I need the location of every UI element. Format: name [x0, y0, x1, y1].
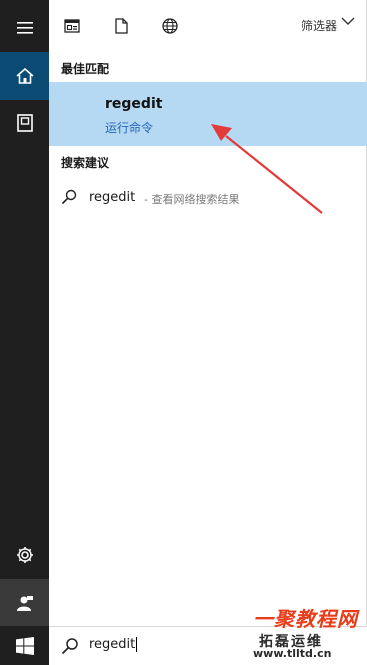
start-button[interactable] — [0, 626, 49, 665]
globe-icon — [162, 18, 178, 34]
settings-icon — [16, 547, 33, 563]
user-feedback-icon — [16, 595, 33, 611]
search-input[interactable]: regedit — [89, 637, 138, 652]
files-filter-button[interactable] — [108, 14, 134, 38]
best-match-result[interactable]: regedit 运行命令 — [49, 82, 367, 146]
notebook-button[interactable] — [0, 100, 49, 146]
suggestion-description: - 查看网络搜索结果 — [144, 193, 240, 206]
search-suggestion-item[interactable]: regedit - 查看网络搜索结果 — [49, 183, 367, 213]
results-toolbar: 筛选器 — [49, 0, 367, 52]
windows-logo-icon — [15, 636, 34, 655]
search-icon — [61, 189, 77, 205]
settings-button[interactable] — [0, 535, 49, 575]
search-results-panel: 筛选器 最佳匹配 regedit 运行命令 搜索建议 regedit - 查看网… — [49, 0, 367, 626]
watermark-site-name: 一聚教程网 — [253, 607, 358, 631]
search-suggestions-heading: 搜索建议 — [61, 156, 110, 170]
filter-dropdown-label[interactable]: 筛选器 — [301, 17, 337, 34]
hamburger-menu-button[interactable] — [0, 6, 49, 50]
feedback-button[interactable] — [0, 579, 49, 626]
file-icon — [114, 18, 128, 34]
left-rail — [0, 0, 49, 665]
documents-filter-button[interactable] — [59, 14, 85, 38]
suggestion-term: regedit — [89, 190, 136, 205]
search-input-value: regedit — [89, 637, 136, 652]
hamburger-menu-icon — [16, 22, 33, 34]
search-icon — [61, 638, 78, 655]
home-button[interactable] — [0, 52, 49, 100]
best-match-title: regedit — [105, 96, 163, 112]
watermark-url: www.tlltd.cn — [253, 647, 332, 660]
document-view-icon — [64, 19, 80, 33]
best-match-subtitle: 运行命令 — [105, 121, 154, 135]
regedit-app-icon — [65, 100, 97, 128]
chevron-down-icon[interactable] — [341, 17, 355, 26]
notebook-icon — [16, 114, 33, 132]
watermark: 一聚教程网 拓磊运维 www.tlltd.cn — [253, 603, 365, 663]
home-icon — [15, 68, 34, 84]
text-caret — [136, 637, 138, 652]
web-filter-button[interactable] — [157, 14, 183, 38]
best-match-heading: 最佳匹配 — [61, 62, 110, 76]
